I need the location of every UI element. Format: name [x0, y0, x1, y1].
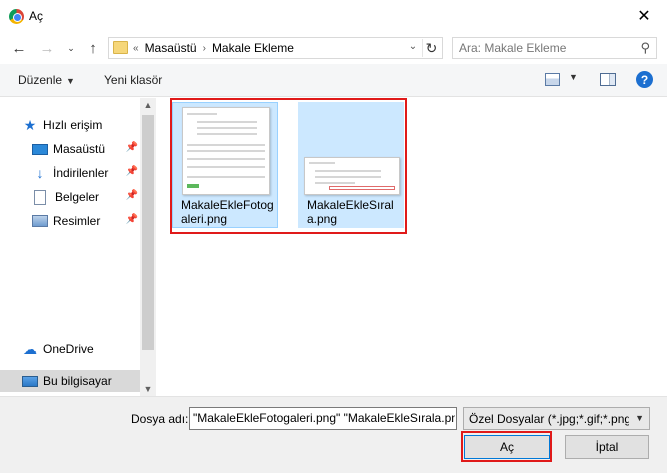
sidebar-item-onedrive[interactable]: ☁ OneDrive	[0, 338, 140, 360]
title-bar: Aç ✕	[0, 0, 667, 33]
star-icon: ★	[23, 116, 37, 133]
search-box[interactable]: ⚲	[452, 37, 657, 59]
sidebar-item-label: Masaüstü	[53, 142, 106, 156]
preview-pane-icon[interactable]	[600, 73, 616, 86]
sidebar-item-quick-access[interactable]: ★ Hızlı erişim	[0, 114, 140, 136]
chrome-icon	[9, 9, 24, 24]
file-type-select[interactable]: Özel Dosyalar (*.jpg;*.gif;*.png; ▼	[463, 407, 650, 430]
breadcrumb-separator[interactable]: ›	[203, 43, 206, 54]
filename-label: Dosya adı:	[131, 412, 189, 426]
file-list: MakaleEkleFotogaleri.png MakaleEkleSıral…	[157, 98, 667, 396]
desktop-icon	[32, 143, 48, 155]
breadcrumb-item-desktop[interactable]: Masaüstü	[145, 41, 197, 55]
caret-down-icon: ▼	[66, 76, 75, 86]
scroll-down-icon[interactable]: ▼	[140, 384, 156, 394]
file-name: MakaleEkleSırala.png	[307, 198, 394, 226]
sidebar-item-label: İndirilenler	[53, 166, 109, 180]
scroll-thumb[interactable]	[142, 115, 154, 350]
navigation-pane: ★ Hızlı erişim Masaüstü 📌 ↓ İndirilenler…	[0, 98, 156, 396]
overflow-chevron[interactable]: «	[133, 43, 139, 54]
filename-field[interactable]	[189, 407, 457, 430]
view-caret-down-icon[interactable]: ▼	[569, 72, 578, 82]
cancel-button[interactable]: İptal	[565, 435, 649, 459]
cloud-icon: ☁	[23, 340, 37, 357]
up-arrow-icon[interactable]: ↑	[84, 39, 102, 57]
folder-icon	[113, 41, 128, 54]
chevron-down-icon: ▼	[635, 413, 644, 423]
file-name: MakaleEkleFotogaleri.png	[181, 198, 274, 226]
address-dropdown-icon[interactable]: ⌄	[406, 41, 420, 52]
address-row: ← → ⌄ ↑ « Masaüstü › Makale Ekleme ⌄ ↻ ⚲	[0, 33, 667, 63]
download-icon: ↓	[36, 165, 44, 181]
sidebar-item-desktop[interactable]: Masaüstü 📌	[0, 138, 140, 160]
dialog-footer: Dosya adı: Özel Dosyalar (*.jpg;*.gif;*.…	[0, 396, 667, 473]
sidebar-scrollbar[interactable]: ▲ ▼	[140, 98, 156, 396]
sidebar-item-label: OneDrive	[43, 342, 94, 356]
address-bar[interactable]: « Masaüstü › Makale Ekleme ⌄ ↻	[108, 37, 443, 59]
documents-icon	[34, 189, 46, 205]
help-icon[interactable]: ?	[636, 71, 653, 88]
breadcrumb-item-current[interactable]: Makale Ekleme	[212, 41, 294, 55]
sidebar-item-pictures[interactable]: Resimler 📌	[0, 210, 140, 232]
sidebar-item-documents[interactable]: Belgeler 📌	[0, 186, 140, 208]
sidebar-item-label: Hızlı erişim	[43, 118, 103, 132]
organize-label: Düzenle	[18, 73, 63, 87]
search-icon[interactable]: ⚲	[640, 40, 650, 56]
pin-icon[interactable]: 📌	[126, 166, 138, 177]
sidebar-item-label: Bu bilgisayar	[43, 374, 112, 388]
file-type-value: Özel Dosyalar (*.jpg;*.gif;*.png;	[469, 412, 629, 426]
chevron-down-icon[interactable]: ⌄	[62, 39, 80, 57]
view-options-icon[interactable]	[545, 73, 560, 86]
sidebar-item-label: Resimler	[53, 214, 101, 228]
image-thumbnail	[182, 107, 270, 195]
new-folder-button[interactable]: Yeni klasör	[104, 73, 162, 87]
image-thumbnail	[304, 157, 400, 195]
window-title: Aç	[29, 9, 44, 23]
pin-icon[interactable]: 📌	[126, 190, 138, 201]
scroll-up-icon[interactable]: ▲	[140, 100, 156, 110]
pin-icon[interactable]: 📌	[126, 142, 138, 153]
refresh-icon[interactable]: ↻	[422, 39, 440, 57]
forward-arrow-icon[interactable]: →	[38, 39, 56, 57]
search-input[interactable]	[459, 41, 629, 55]
sidebar-item-label: Belgeler	[55, 190, 100, 204]
organize-button[interactable]: Düzenle ▼	[18, 73, 75, 87]
sidebar-item-this-pc[interactable]: Bu bilgisayar	[0, 370, 140, 392]
file-item[interactable]: MakaleEkleSırala.png	[298, 102, 404, 228]
computer-icon	[22, 375, 38, 387]
close-button[interactable]: ✕	[621, 0, 667, 32]
file-item[interactable]: MakaleEkleFotogaleri.png	[172, 102, 278, 228]
breadcrumb: « Masaüstü › Makale Ekleme	[133, 41, 294, 55]
pin-icon[interactable]: 📌	[126, 214, 138, 225]
filename-input[interactable]	[193, 411, 455, 425]
open-button[interactable]: Aç	[464, 435, 550, 459]
back-arrow-icon[interactable]: ←	[10, 39, 28, 57]
pictures-icon	[32, 215, 48, 227]
sidebar-item-downloads[interactable]: ↓ İndirilenler 📌	[0, 162, 140, 184]
command-bar: Düzenle ▼ Yeni klasör ▼ ?	[0, 64, 667, 97]
